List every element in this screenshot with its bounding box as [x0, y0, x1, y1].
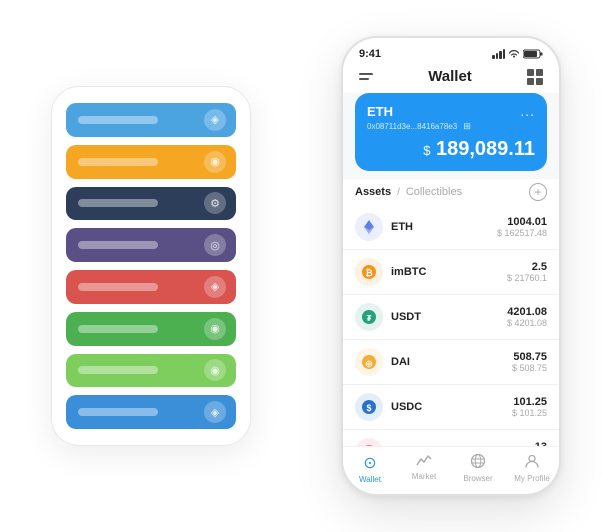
assets-header: Assets / Collectibles +: [343, 179, 559, 205]
menu-icon[interactable]: [359, 73, 373, 80]
status-time: 9:41: [359, 48, 381, 60]
usdc-usd: $ 101.25: [512, 408, 547, 418]
wifi-icon: [508, 49, 520, 59]
assets-tab-separator: /: [397, 187, 400, 198]
card-row: ◈: [66, 395, 236, 429]
card-stack-phone: ◈ ◉ ⚙ ◎ ◈ ◉ ◉ ◈: [51, 86, 251, 446]
usdt-amount: 4201.08: [507, 306, 547, 318]
card-row: ◎: [66, 228, 236, 262]
status-bar: 9:41: [343, 38, 559, 64]
asset-item-usdt[interactable]: ₮ USDT 4201.08 $ 4201.08: [343, 295, 559, 340]
card-row: ◈: [66, 103, 236, 137]
eth-card[interactable]: ETH ... 0x08711d3e...8416a78e3 ⊞ $ 189,0…: [355, 93, 547, 171]
asset-item-usdc[interactable]: $ USDC 101.25 $ 101.25: [343, 385, 559, 430]
add-asset-button[interactable]: +: [529, 183, 547, 201]
profile-nav-label: My Profile: [514, 474, 550, 483]
battery-icon: [523, 49, 543, 59]
usdc-name: USDC: [391, 401, 512, 413]
card-row: ◈: [66, 270, 236, 304]
card-row-icon: ◈: [204, 109, 226, 131]
nav-wallet[interactable]: ⊙ Wallet: [343, 453, 397, 484]
assets-tab-collectibles[interactable]: Collectibles: [406, 186, 462, 198]
status-icons: [492, 49, 543, 59]
svg-text:₮: ₮: [367, 314, 372, 323]
eth-address: 0x08711d3e...8416a78e3 ⊞: [367, 121, 535, 132]
nav-browser[interactable]: Browser: [451, 453, 505, 484]
eth-amounts: 1004.01 $ 162517.48: [497, 216, 547, 238]
wallet-nav-icon: ⊙: [363, 453, 376, 473]
browser-nav-label: Browser: [463, 474, 492, 483]
svg-text:$: $: [366, 403, 371, 413]
imbtc-name: imBTC: [391, 266, 507, 278]
nav-market[interactable]: Market: [397, 453, 451, 484]
svg-text:₿: ₿: [365, 268, 372, 278]
imbtc-icon: ₿: [355, 258, 383, 286]
dai-amounts: 508.75 $ 508.75: [512, 351, 547, 373]
asset-item-imbtc[interactable]: ₿ imBTC 2.5 $ 21760.1: [343, 250, 559, 295]
card-row-icon: ◉: [204, 318, 226, 340]
card-row-icon: ◈: [204, 401, 226, 423]
dai-amount: 508.75: [512, 351, 547, 363]
asset-item-tft[interactable]: 🌱 TFT 13 0: [343, 430, 559, 446]
scene: ◈ ◉ ⚙ ◎ ◈ ◉ ◉ ◈: [21, 16, 581, 516]
usdc-amount: 101.25: [512, 396, 547, 408]
card-row: ◉: [66, 354, 236, 388]
card-row-icon: ◈: [204, 276, 226, 298]
nav-title: Wallet: [428, 68, 472, 85]
top-nav: Wallet: [343, 64, 559, 93]
card-row: ⚙: [66, 187, 236, 221]
dai-icon: ◎: [355, 348, 383, 376]
card-row-icon: ◉: [204, 359, 226, 381]
usdc-icon: $: [355, 393, 383, 421]
usdt-name: USDT: [391, 311, 507, 323]
usdc-amounts: 101.25 $ 101.25: [512, 396, 547, 418]
profile-nav-icon: [524, 453, 540, 472]
browser-nav-icon: [470, 453, 486, 472]
assets-tab-active[interactable]: Assets: [355, 186, 391, 198]
card-row-icon: ◉: [204, 151, 226, 173]
eth-name: ETH: [391, 221, 497, 233]
eth-more-icon[interactable]: ...: [520, 103, 535, 119]
imbtc-amount: 2.5: [507, 261, 547, 273]
tft-icon: 🌱: [355, 438, 383, 446]
imbtc-amounts: 2.5 $ 21760.1: [507, 261, 547, 283]
market-nav-label: Market: [412, 472, 436, 481]
card-row: ◉: [66, 312, 236, 346]
dai-usd: $ 508.75: [512, 363, 547, 373]
assets-tabs: Assets / Collectibles: [355, 186, 462, 198]
eth-amount: 1004.01: [497, 216, 547, 228]
main-phone: 9:41: [341, 36, 561, 496]
usdt-amounts: 4201.08 $ 4201.08: [507, 306, 547, 328]
eth-label: ETH: [367, 104, 393, 119]
eth-card-header: ETH ...: [367, 103, 535, 119]
signal-bars-icon: [492, 49, 505, 59]
card-row: ◉: [66, 145, 236, 179]
eth-usd: $ 162517.48: [497, 228, 547, 238]
copy-icon: ⊞: [463, 121, 471, 131]
nav-profile[interactable]: My Profile: [505, 453, 559, 484]
usdt-usd: $ 4201.08: [507, 318, 547, 328]
wallet-nav-label: Wallet: [359, 475, 381, 484]
eth-icon: [355, 213, 383, 241]
bottom-nav: ⊙ Wallet Market Browser My Profile: [343, 446, 559, 494]
eth-balance: $ 189,089.11: [367, 138, 535, 161]
asset-item-eth[interactable]: ETH 1004.01 $ 162517.48: [343, 205, 559, 250]
card-row-icon: ⚙: [204, 192, 226, 214]
imbtc-usd: $ 21760.1: [507, 273, 547, 283]
market-nav-icon: [416, 453, 432, 470]
dai-name: DAI: [391, 356, 512, 368]
svg-text:◎: ◎: [366, 359, 373, 368]
card-row-icon: ◎: [204, 234, 226, 256]
asset-list: ETH 1004.01 $ 162517.48 ₿ imBTC 2.5 $ 21…: [343, 205, 559, 446]
usdt-icon: ₮: [355, 303, 383, 331]
asset-item-dai[interactable]: ◎ DAI 508.75 $ 508.75: [343, 340, 559, 385]
expand-icon[interactable]: [527, 69, 543, 85]
